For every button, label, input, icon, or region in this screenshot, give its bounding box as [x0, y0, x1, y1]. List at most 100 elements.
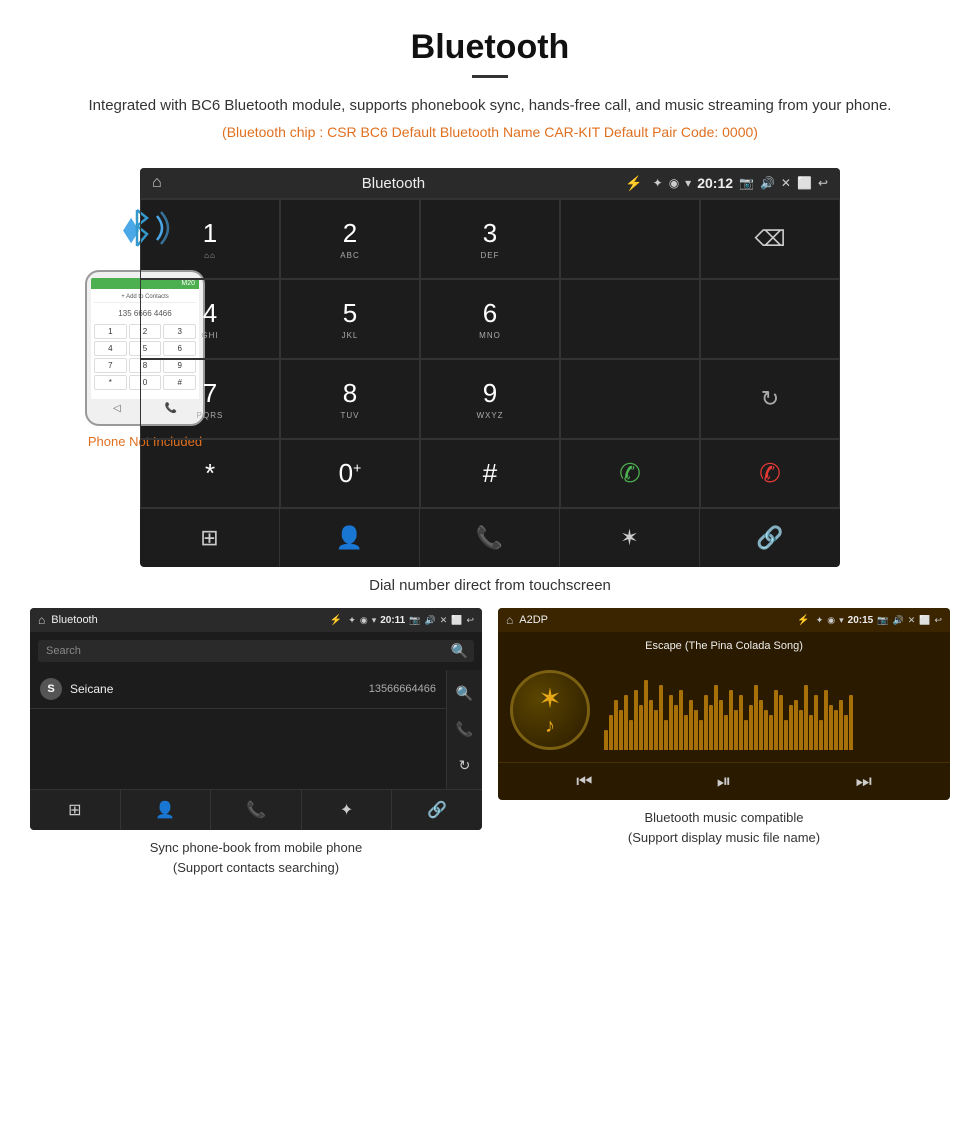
next-skip-button[interactable]: ⏭: [856, 771, 872, 792]
pb-bt-icon: ✦: [348, 615, 356, 626]
contacts-button[interactable]: 👤: [280, 509, 420, 567]
back-icon[interactable]: ↩: [818, 176, 828, 190]
pb-refresh-right-icon[interactable]: ↻: [459, 757, 471, 774]
key-2[interactable]: 2 ABC: [280, 199, 420, 279]
visualizer-bar: [719, 700, 723, 750]
contact-seicane[interactable]: S Seicane 13566664466: [30, 670, 446, 709]
visualizer-bar: [759, 700, 763, 750]
pb-right-icons: 🔍 📞 ↻: [446, 670, 482, 789]
dial-screen: ⌂ Bluetooth ⚡ ✦ ◉ ▾ 20:12 📷 🔊 ✕ ⬜ ↩ 1 ⌂⌂: [140, 168, 840, 567]
pb-bottom-bar: ⊞ 👤 📞 ✦ 🔗: [30, 789, 482, 830]
pb-app-title: Bluetooth: [51, 614, 97, 626]
visualizer-bar: [689, 700, 693, 750]
key-0[interactable]: 0+: [280, 439, 420, 508]
pb-bt-btn[interactable]: ✦: [302, 790, 393, 830]
pb-loc-icon: ◉: [360, 615, 368, 626]
visualizer-bar: [699, 720, 703, 750]
pb-body: 🔍 📞 ↻ S Seicane 13566664466: [30, 670, 482, 789]
bluetooth-button[interactable]: ✶: [560, 509, 700, 567]
visualizer-bar: [829, 705, 833, 750]
right-caption-sub: (Support display music file name): [628, 828, 820, 848]
header-divider: [472, 75, 508, 78]
art-icons: ✶ ♪: [538, 682, 561, 738]
visualizer-bar: [709, 705, 713, 750]
visualizer-bar: [694, 710, 698, 750]
key-9[interactable]: 9 WXYZ: [420, 359, 560, 439]
pb-grid-btn[interactable]: ⊞: [30, 790, 121, 830]
delete-button[interactable]: ⌫: [700, 199, 840, 279]
play-pause-button[interactable]: ⏯: [717, 771, 731, 792]
mini-key-1: 1: [94, 324, 127, 339]
key-2-num: 2: [343, 218, 357, 249]
pb-back-icon[interactable]: ↩: [466, 615, 474, 626]
key-7[interactable]: 7 PQRS: [140, 359, 280, 439]
link-icon: 🔗: [756, 525, 783, 551]
visualizer-bar: [799, 710, 803, 750]
key-5-num: 5: [343, 298, 357, 329]
music-screen: ⌂ A2DP ⚡ ✦ ◉ ▾ 20:15 📷 🔊 ✕ ⬜ ↩ Escape (T…: [498, 608, 950, 800]
prev-skip-button[interactable]: ⏮: [576, 771, 592, 792]
pb-call-right-icon[interactable]: 📞: [456, 721, 473, 738]
pb-phone-btn[interactable]: 📞: [211, 790, 302, 830]
visualizer-bar: [729, 690, 733, 750]
usb-icon: ⚡: [625, 175, 642, 192]
key-4[interactable]: 4 GHI: [140, 279, 280, 359]
redial-button[interactable]: ↻: [700, 359, 840, 439]
key-9-sub: WXYZ: [476, 411, 503, 420]
key-5[interactable]: 5 JKL: [280, 279, 420, 359]
key-hash[interactable]: #: [420, 439, 560, 508]
phonebook-wrap: ⌂ Bluetooth ⚡ ✦ ◉ ▾ 20:11 📷 🔊 ✕ ⬜ ↩: [30, 608, 482, 877]
phone-icon: 📞: [476, 525, 503, 551]
key-star[interactable]: *: [140, 439, 280, 508]
call-green-icon: ✆: [619, 458, 641, 489]
visualizer-bar: [639, 705, 643, 750]
pb-search-bar[interactable]: Search: [38, 640, 474, 662]
key-8[interactable]: 8 TUV: [280, 359, 420, 439]
key-1-sub: ⌂⌂: [204, 251, 216, 260]
camera-icon: 📷: [739, 176, 754, 190]
volume-icon: 🔊: [760, 176, 775, 190]
phone-button[interactable]: 📞: [420, 509, 560, 567]
phonebook-screen: ⌂ Bluetooth ⚡ ✦ ◉ ▾ 20:11 📷 🔊 ✕ ⬜ ↩: [30, 608, 482, 830]
call-button[interactable]: ✆: [560, 439, 700, 508]
grid-button[interactable]: ⊞: [140, 509, 280, 567]
key-1-num: 1: [203, 218, 217, 249]
page-title: Bluetooth: [60, 28, 920, 67]
header-description: Integrated with BC6 Bluetooth module, su…: [60, 94, 920, 118]
right-caption-title: Bluetooth music compatible: [628, 808, 820, 828]
key-3[interactable]: 3 DEF: [420, 199, 560, 279]
end-call-button[interactable]: ✆: [700, 439, 840, 508]
music-home-icon[interactable]: ⌂: [506, 613, 513, 627]
visualizer-bar: [749, 705, 753, 750]
visualizer-bar: [789, 705, 793, 750]
key-1[interactable]: 1 ⌂⌂: [140, 199, 280, 279]
grid-icon: ⊞: [200, 525, 218, 551]
pb-home-icon[interactable]: ⌂: [38, 613, 45, 627]
empty-4-5: [700, 279, 840, 359]
music-x-icon: ✕: [908, 615, 916, 626]
home-icon[interactable]: ⌂: [152, 174, 162, 192]
key-7-sub: PQRS: [197, 411, 224, 420]
visualizer-bar: [644, 680, 648, 750]
pb-time: 20:11: [380, 615, 405, 626]
pb-status-bar: ⌂ Bluetooth ⚡ ✦ ◉ ▾ 20:11 📷 🔊 ✕ ⬜ ↩: [30, 608, 482, 632]
visualizer-bar: [609, 715, 613, 750]
key-3-sub: DEF: [481, 251, 500, 260]
key-6[interactable]: 6 MNO: [420, 279, 560, 359]
music-back-icon[interactable]: ↩: [934, 615, 942, 626]
pb-search-right-icon[interactable]: 🔍: [456, 685, 473, 702]
visualizer-bar: [834, 710, 838, 750]
search-icon[interactable]: 🔍: [451, 643, 468, 660]
contact-number: 13566664466: [369, 683, 436, 695]
music-time: 20:15: [848, 615, 874, 626]
visualizer-bar: [724, 715, 728, 750]
link-button[interactable]: 🔗: [700, 509, 840, 567]
location-icon: ◉: [669, 176, 679, 190]
main-screen-area: ⬧ M20 + Add to Contacts 135 6666 4466 1 …: [0, 168, 980, 567]
signal-icon: ▾: [685, 176, 691, 190]
visualizer-bar: [734, 710, 738, 750]
visualizer-bar: [819, 720, 823, 750]
pb-sig-icon: ▾: [372, 615, 377, 626]
pb-person-btn[interactable]: 👤: [121, 790, 212, 830]
pb-link-btn[interactable]: 🔗: [392, 790, 482, 830]
